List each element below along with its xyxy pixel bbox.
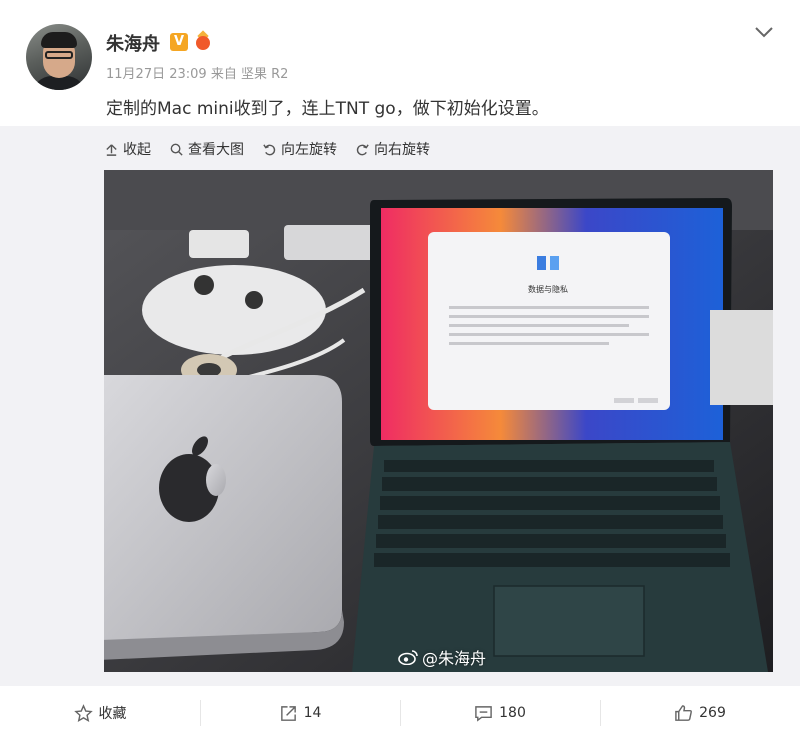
chevron-down-icon[interactable] — [754, 26, 774, 38]
view-large-label: 查看大图 — [188, 142, 244, 158]
like-button[interactable]: 269 — [600, 688, 800, 738]
rotate-right-button[interactable]: 向右旋转 — [355, 139, 430, 159]
thumbs-up-icon — [675, 704, 693, 721]
view-large-button[interactable]: 查看大图 — [169, 139, 244, 159]
favorite-button[interactable]: 收藏 — [0, 688, 200, 738]
comment-button[interactable]: 180 — [400, 688, 600, 738]
verified-badge-icon: V — [170, 33, 188, 51]
weibo-logo-icon — [398, 650, 418, 665]
repost-button[interactable]: 14 — [200, 688, 400, 738]
rotate-left-button[interactable]: 向左旋转 — [262, 139, 337, 159]
post-text: 定制的Mac mini收到了，连上TNT go，做下初始化设置。 — [106, 99, 549, 119]
comment-count: 180 — [499, 705, 526, 721]
collapse-label: 收起 — [123, 142, 151, 158]
action-bar: 收藏 14 180 269 — [0, 688, 800, 738]
favorite-label: 收藏 — [98, 706, 127, 722]
search-icon — [170, 143, 183, 156]
like-count: 269 — [699, 705, 726, 721]
rotate-right-label: 向右旋转 — [374, 142, 430, 158]
medal-icon — [193, 30, 213, 52]
photo-watermark: @朱海舟 — [398, 645, 486, 669]
avatar[interactable] — [26, 24, 92, 90]
rotate-left-label: 向左旋转 — [281, 142, 337, 158]
share-icon — [280, 705, 296, 721]
collapse-icon — [106, 143, 117, 156]
post-meta: 11月27日 23:09 来自 坚果 R2 — [106, 67, 289, 82]
media-toolbar: 收起 查看大图 向左旋转 向右旋转 — [104, 139, 430, 159]
rotate-right-icon — [356, 143, 369, 155]
username[interactable]: 朱海舟 — [106, 30, 160, 56]
collapse-button[interactable]: 收起 — [104, 139, 151, 159]
screen-title: 数据与隐私 — [528, 284, 568, 294]
comment-icon — [475, 705, 492, 722]
post-photo[interactable]: 数据与隐私 — [104, 170, 773, 672]
star-icon — [73, 703, 93, 722]
watermark-text: @朱海舟 — [422, 649, 487, 668]
repost-count: 14 — [303, 705, 322, 721]
rotate-left-icon — [263, 143, 276, 155]
